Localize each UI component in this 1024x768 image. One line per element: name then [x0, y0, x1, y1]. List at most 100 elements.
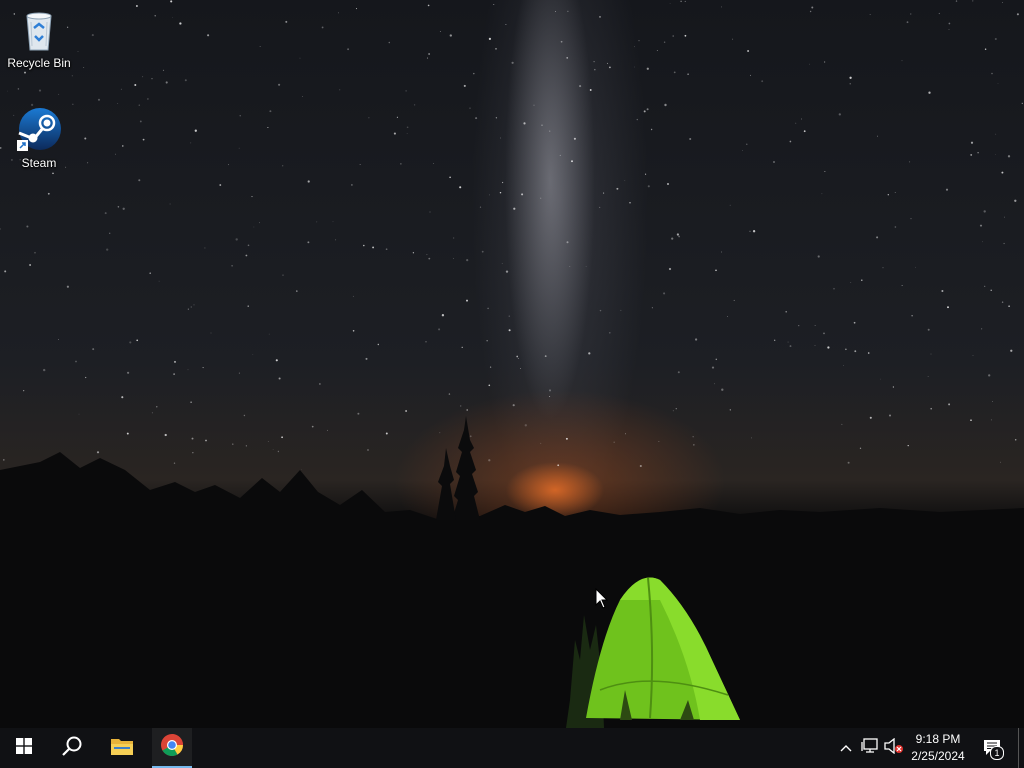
- star: [821, 193, 823, 195]
- star: [439, 432, 441, 434]
- star: [158, 280, 160, 282]
- star: [473, 72, 475, 75]
- star: [173, 373, 175, 375]
- star: [853, 321, 856, 324]
- star: [277, 450, 280, 453]
- chevron-up-icon: [840, 739, 852, 757]
- star: [684, 34, 687, 37]
- star: [204, 247, 206, 249]
- star: [368, 117, 370, 119]
- star: [106, 248, 109, 251]
- star: [651, 307, 653, 309]
- show-hidden-icons-button[interactable]: [836, 738, 856, 758]
- star: [281, 436, 283, 439]
- star: [990, 419, 992, 421]
- star: [911, 315, 913, 317]
- star: [1004, 216, 1006, 218]
- mountain-silhouette: [0, 452, 1024, 728]
- star: [994, 37, 997, 41]
- star: [85, 376, 87, 379]
- star: [573, 137, 576, 140]
- desktop-icon-steam[interactable]: Steam: [2, 108, 76, 170]
- star: [901, 60, 903, 62]
- star: [311, 425, 314, 428]
- star: [122, 207, 125, 210]
- star: [83, 67, 85, 69]
- star: [449, 176, 451, 179]
- star: [104, 212, 107, 215]
- star: [877, 135, 878, 137]
- show-desktop-button[interactable]: [1018, 728, 1019, 768]
- star: [523, 122, 526, 125]
- star: [247, 244, 250, 247]
- volume-button[interactable]: [884, 737, 904, 758]
- star: [481, 250, 484, 253]
- desktop-icon-label: Recycle Bin: [7, 56, 71, 70]
- star: [453, 257, 455, 259]
- star: [1010, 349, 1013, 352]
- star: [285, 20, 288, 23]
- star: [854, 350, 857, 353]
- star: [275, 359, 278, 362]
- star: [646, 108, 649, 111]
- star: [948, 22, 951, 25]
- star: [385, 432, 388, 435]
- clock[interactable]: 9:18 PM 2/25/2024: [906, 731, 970, 765]
- star: [997, 83, 999, 84]
- star: [138, 104, 141, 106]
- star: [684, 0, 686, 2]
- star: [173, 462, 176, 464]
- star: [521, 193, 524, 196]
- star: [117, 103, 119, 104]
- star: [142, 76, 144, 78]
- star: [991, 72, 993, 75]
- star: [849, 76, 852, 79]
- star: [359, 164, 361, 165]
- star: [449, 34, 452, 37]
- star: [66, 285, 69, 288]
- star: [599, 309, 602, 312]
- star: [845, 348, 847, 351]
- star: [412, 252, 415, 254]
- star: [1014, 439, 1017, 441]
- search-button[interactable]: [48, 728, 96, 768]
- star: [555, 11, 557, 12]
- star: [803, 130, 806, 133]
- network-button[interactable]: [860, 737, 880, 758]
- star: [1016, 13, 1019, 16]
- star: [425, 341, 427, 343]
- star: [524, 424, 527, 427]
- star: [1003, 242, 1005, 245]
- star: [405, 90, 407, 92]
- star: [869, 14, 871, 15]
- star: [511, 61, 514, 64]
- star: [979, 224, 983, 227]
- star: [927, 376, 929, 377]
- star: [669, 3, 671, 4]
- star: [643, 110, 646, 113]
- star: [761, 80, 764, 83]
- star: [541, 124, 543, 126]
- start-button[interactable]: [0, 728, 48, 768]
- desktop-icon-recycle-bin[interactable]: Recycle Bin: [2, 8, 76, 70]
- star: [385, 248, 388, 251]
- star: [479, 206, 482, 208]
- star: [428, 53, 430, 55]
- star: [876, 236, 879, 239]
- taskbar-file-explorer[interactable]: [98, 728, 146, 768]
- star: [892, 386, 895, 388]
- star: [117, 206, 120, 208]
- clock-date: 2/25/2024: [911, 749, 965, 763]
- star: [406, 133, 408, 134]
- star: [972, 355, 974, 356]
- star: [259, 46, 261, 47]
- star: [184, 79, 187, 82]
- action-center-button[interactable]: 1: [980, 738, 1006, 760]
- star: [135, 5, 138, 7]
- star: [187, 308, 189, 310]
- taskbar-google-chrome[interactable]: [152, 728, 192, 768]
- star: [97, 98, 101, 101]
- star: [789, 140, 792, 143]
- star: [1014, 199, 1017, 202]
- star: [139, 120, 142, 123]
